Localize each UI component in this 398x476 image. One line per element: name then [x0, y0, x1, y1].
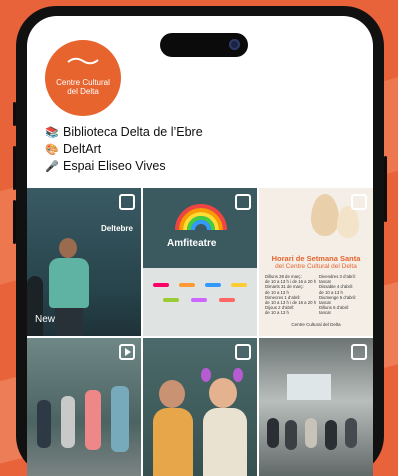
cushion	[191, 298, 207, 302]
instagram-profile-screen: Centre Cultural del Delta 📚 Biblioteca De…	[27, 16, 373, 476]
poster-footer: Centre Cultural del Delta	[291, 322, 341, 327]
side-button	[13, 102, 16, 126]
poster-title: Horari de Setmana Santa	[271, 254, 361, 263]
cushion	[163, 298, 179, 302]
poster-schedule-col2: Divendres 3 d’abril: tancat Dissabte 4 d…	[319, 274, 369, 316]
cushion	[153, 283, 169, 287]
clown-performer	[111, 386, 129, 452]
side-button	[13, 200, 16, 244]
person-pants	[55, 308, 83, 336]
palette-icon: 🎨	[45, 144, 59, 156]
bio-line-espai: 🎤 Espai Eliseo Vives	[45, 158, 203, 175]
clown-costume	[203, 408, 247, 476]
poster-subtitle: del Centre Cultural del Delta	[275, 263, 357, 270]
post-tile[interactable]	[143, 338, 257, 476]
poster-schedule-col1: Dilluns 28 de març: de 10 a 13 h i de 16…	[265, 274, 317, 316]
carousel-icon	[351, 344, 367, 360]
cushion	[179, 283, 195, 287]
person-silhouette	[305, 418, 317, 448]
floor	[143, 268, 257, 336]
side-button	[384, 156, 387, 222]
bio-line-biblioteca: 📚 Biblioteca Delta de l’Ebre	[45, 124, 203, 141]
logo-text-line1: Centre Cultural	[56, 78, 110, 87]
wall-sign: Deltebre	[100, 224, 133, 233]
logo-text-line2: del Delta	[67, 87, 99, 96]
microphone-icon: 🎤	[45, 161, 59, 173]
carousel-icon	[235, 344, 251, 360]
carousel-icon	[119, 194, 135, 210]
wave-icon	[67, 57, 99, 65]
carousel-icon	[351, 194, 367, 210]
person-silhouette	[267, 418, 279, 448]
post-tile[interactable]: Amfiteatre	[143, 188, 257, 336]
clown-performer	[85, 390, 101, 450]
profile-avatar[interactable]: Centre Cultural del Delta	[45, 40, 121, 116]
cushion	[231, 283, 247, 287]
video-icon	[119, 344, 135, 360]
person-head	[59, 238, 77, 258]
bio-links: 📚 Biblioteca Delta de l’Ebre 🎨 DeltArt 🎤 Es…	[45, 124, 203, 175]
person-shirt	[49, 258, 89, 308]
schedule-line: tancat	[319, 310, 331, 316]
person-silhouette	[345, 418, 357, 448]
cushion	[219, 298, 235, 302]
wall-sign: Amfiteatre	[167, 238, 217, 249]
carousel-icon	[235, 194, 251, 210]
camera-icon	[229, 39, 240, 50]
clown-face	[159, 380, 185, 408]
projection-screen	[287, 374, 331, 400]
wooden-egg	[337, 206, 359, 238]
person-silhouette	[285, 420, 297, 450]
post-caption: New	[35, 314, 56, 325]
person-silhouette	[325, 420, 337, 450]
wooden-egg	[311, 194, 339, 236]
post-tile[interactable]	[259, 338, 373, 476]
books-icon: 📚	[45, 127, 59, 139]
clown-hair	[201, 368, 211, 382]
person-silhouette	[37, 400, 51, 448]
post-tile[interactable]: Horari de Setmana Santa del Centre Cultu…	[259, 188, 373, 336]
clown-hair	[233, 368, 243, 382]
clown-costume	[153, 408, 193, 476]
cushion	[205, 283, 221, 287]
bio-text: Espai Eliseo Vives	[63, 159, 166, 173]
clown-face	[209, 378, 237, 408]
post-tile[interactable]	[27, 338, 141, 476]
bio-line-deltart: 🎨 DeltArt	[45, 141, 203, 158]
dynamic-island	[160, 33, 248, 57]
person-silhouette	[61, 396, 75, 448]
bio-text: DeltArt	[63, 142, 102, 156]
schedule-line: de 10 a 13 h	[265, 310, 289, 316]
side-button	[13, 146, 16, 190]
bio-text: Biblioteca Delta de l’Ebre	[63, 125, 203, 139]
rainbow-icon	[175, 204, 227, 231]
audience-silhouette	[27, 276, 43, 336]
post-tile[interactable]: Deltebre New	[27, 188, 141, 336]
